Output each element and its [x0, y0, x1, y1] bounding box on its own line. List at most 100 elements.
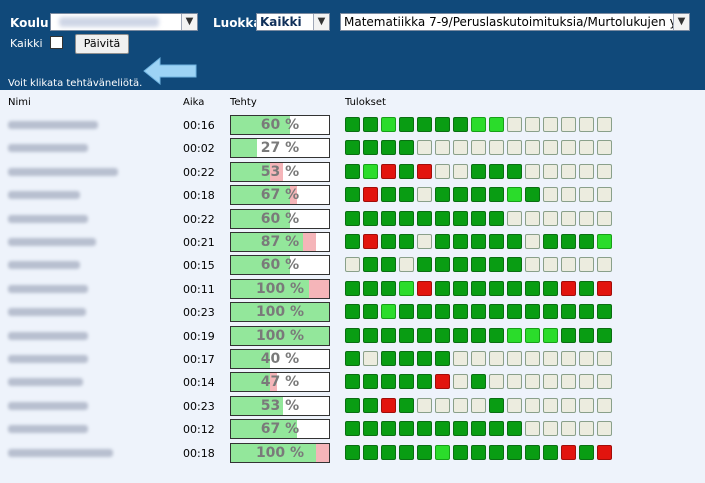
task-square[interactable]: [363, 327, 378, 343]
task-square[interactable]: [381, 397, 396, 413]
task-square[interactable]: [435, 280, 450, 296]
task-square[interactable]: [453, 280, 468, 296]
task-square[interactable]: [561, 280, 576, 296]
task-square[interactable]: [435, 421, 450, 437]
task-square[interactable]: [435, 187, 450, 203]
task-square[interactable]: [453, 444, 468, 460]
task-square[interactable]: [345, 257, 360, 273]
task-square[interactable]: [363, 187, 378, 203]
task-square[interactable]: [453, 421, 468, 437]
task-square[interactable]: [435, 163, 450, 179]
task-square[interactable]: [543, 421, 558, 437]
task-square[interactable]: [597, 210, 612, 226]
task-square[interactable]: [489, 163, 504, 179]
task-square[interactable]: [417, 351, 432, 366]
task-square[interactable]: [597, 234, 612, 249]
task-square[interactable]: [453, 304, 468, 320]
task-square[interactable]: [525, 351, 540, 366]
task-square[interactable]: [471, 210, 486, 226]
school-select[interactable]: ▼: [50, 13, 198, 31]
task-square[interactable]: [363, 257, 378, 273]
task-square[interactable]: [345, 210, 360, 226]
task-square[interactable]: [489, 327, 504, 343]
task-square[interactable]: [579, 304, 594, 320]
task-square[interactable]: [399, 304, 414, 320]
task-square[interactable]: [381, 444, 396, 460]
class-select[interactable]: Kaikki ▼: [256, 13, 330, 31]
task-square[interactable]: [435, 210, 450, 226]
task-square[interactable]: [579, 234, 594, 249]
task-square[interactable]: [471, 351, 486, 366]
task-square[interactable]: [543, 234, 558, 249]
task-square[interactable]: [597, 397, 612, 413]
task-square[interactable]: [417, 163, 432, 179]
task-square[interactable]: [417, 280, 432, 296]
task-square[interactable]: [525, 444, 540, 460]
task-square[interactable]: [561, 304, 576, 320]
task-square[interactable]: [471, 327, 486, 343]
task-square[interactable]: [471, 374, 486, 390]
task-square[interactable]: [579, 140, 594, 156]
task-square[interactable]: [453, 257, 468, 273]
task-square[interactable]: [525, 397, 540, 413]
task-square[interactable]: [417, 117, 432, 132]
task-square[interactable]: [381, 351, 396, 366]
task-square[interactable]: [381, 374, 396, 390]
task-square[interactable]: [579, 280, 594, 296]
task-square[interactable]: [579, 444, 594, 460]
task-square[interactable]: [489, 140, 504, 156]
task-square[interactable]: [579, 374, 594, 390]
task-square[interactable]: [471, 280, 486, 296]
task-square[interactable]: [489, 421, 504, 437]
task-square[interactable]: [471, 397, 486, 413]
task-square[interactable]: [345, 187, 360, 203]
task-square[interactable]: [417, 421, 432, 437]
task-square[interactable]: [471, 257, 486, 273]
task-square[interactable]: [345, 444, 360, 460]
task-square[interactable]: [597, 140, 612, 156]
task-square[interactable]: [507, 304, 522, 320]
task-square[interactable]: [453, 163, 468, 179]
task-square[interactable]: [363, 117, 378, 132]
task-square[interactable]: [471, 421, 486, 437]
task-square[interactable]: [471, 234, 486, 249]
task-square[interactable]: [561, 163, 576, 179]
task-square[interactable]: [363, 421, 378, 437]
task-square[interactable]: [543, 187, 558, 203]
task-square[interactable]: [525, 163, 540, 179]
task-square[interactable]: [489, 351, 504, 366]
task-square[interactable]: [489, 234, 504, 249]
task-square[interactable]: [525, 327, 540, 343]
task-square[interactable]: [453, 210, 468, 226]
task-square[interactable]: [453, 351, 468, 366]
task-square[interactable]: [363, 351, 378, 366]
task-square[interactable]: [417, 304, 432, 320]
task-square[interactable]: [399, 374, 414, 390]
task-square[interactable]: [525, 280, 540, 296]
task-square[interactable]: [381, 327, 396, 343]
task-square[interactable]: [471, 304, 486, 320]
task-square[interactable]: [543, 327, 558, 343]
task-square[interactable]: [507, 163, 522, 179]
task-square[interactable]: [597, 421, 612, 437]
task-square[interactable]: [561, 327, 576, 343]
task-square[interactable]: [543, 397, 558, 413]
task-square[interactable]: [345, 117, 360, 132]
task-square[interactable]: [597, 163, 612, 179]
task-square[interactable]: [525, 140, 540, 156]
task-square[interactable]: [417, 374, 432, 390]
task-square[interactable]: [381, 280, 396, 296]
all-checkbox[interactable]: [50, 36, 63, 49]
task-square[interactable]: [399, 327, 414, 343]
task-square[interactable]: [381, 140, 396, 156]
task-square[interactable]: [453, 397, 468, 413]
task-square[interactable]: [597, 351, 612, 366]
task-square[interactable]: [525, 187, 540, 203]
task-square[interactable]: [507, 444, 522, 460]
task-square[interactable]: [489, 397, 504, 413]
task-square[interactable]: [471, 140, 486, 156]
task-square[interactable]: [525, 117, 540, 132]
task-square[interactable]: [507, 257, 522, 273]
task-square[interactable]: [525, 304, 540, 320]
task-square[interactable]: [489, 257, 504, 273]
